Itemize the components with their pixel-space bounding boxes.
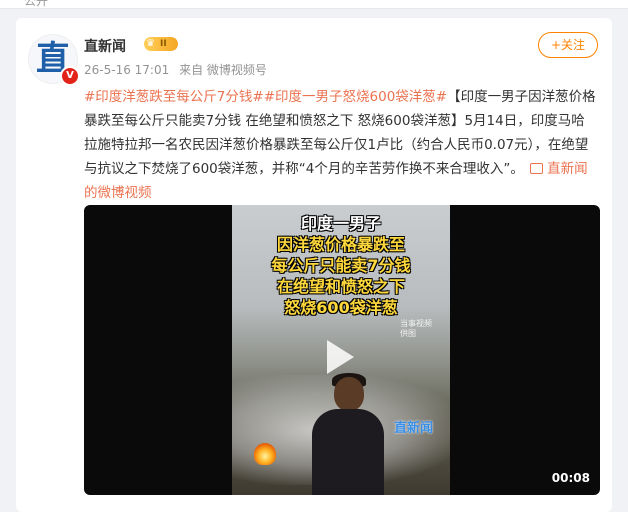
post-text: #印度洋葱跌至每公斤7分钱##印度一男子怒烧600袋洋葱#【印度一男子因洋葱价格… bbox=[84, 85, 596, 205]
vip-badge-icon[interactable]: ♛ II bbox=[144, 37, 178, 51]
post-timestamp[interactable]: 26-5-16 17:01 bbox=[84, 63, 169, 77]
video-player[interactable]: 印度一男子 因洋葱价格暴跌至 每公斤只能卖7分钱 在绝望和愤怒之下 怒烧600袋… bbox=[84, 205, 600, 495]
video-caption: 印度一男子 因洋葱价格暴跌至 每公斤只能卖7分钱 在绝望和愤怒之下 怒烧600袋… bbox=[232, 213, 450, 318]
top-strip: 公开 bbox=[0, 0, 628, 9]
hashtag-link[interactable]: #印度洋葱跌至每公斤7分钱# bbox=[84, 89, 264, 105]
crown-icon: ♛ bbox=[146, 38, 155, 49]
hashtag-link[interactable]: #印度一男子怒烧600袋洋葱# bbox=[264, 89, 447, 105]
person-head bbox=[334, 377, 364, 411]
video-frame: 印度一男子 因洋葱价格暴跌至 每公斤只能卖7分钱 在绝望和愤怒之下 怒烧600袋… bbox=[232, 205, 450, 495]
video-duration: 00:08 bbox=[551, 471, 590, 485]
caption-line: 因洋葱价格暴跌至 bbox=[276, 235, 405, 254]
caption-line: 每公斤只能卖7分钱 bbox=[271, 256, 411, 275]
weibo-post-card: 直 V 直新闻 ♛ II 26-5-16 17:01 来自 微博视频号 +关注 … bbox=[16, 18, 612, 512]
caption-line: 怒烧600袋洋葱 bbox=[284, 298, 398, 317]
vip-level: II bbox=[160, 39, 167, 49]
video-link-icon bbox=[530, 162, 544, 174]
play-icon[interactable] bbox=[323, 337, 357, 377]
video-credit: 当事视频 供图 bbox=[400, 319, 432, 338]
caption-line: 在绝望和愤怒之下 bbox=[276, 277, 405, 296]
fire-graphic bbox=[254, 443, 276, 465]
author-name[interactable]: 直新闻 bbox=[84, 36, 126, 56]
person-body bbox=[312, 409, 384, 495]
caption-line: 印度一男子 bbox=[300, 214, 381, 233]
visibility-label: 公开 bbox=[24, 0, 49, 8]
video-watermark: 直新闻 bbox=[394, 421, 434, 436]
post-source[interactable]: 来自 微博视频号 bbox=[179, 63, 267, 77]
post-meta: 26-5-16 17:01 来自 微博视频号 bbox=[84, 61, 273, 78]
follow-button[interactable]: +关注 bbox=[538, 32, 598, 58]
verified-badge-icon: V bbox=[60, 66, 80, 86]
